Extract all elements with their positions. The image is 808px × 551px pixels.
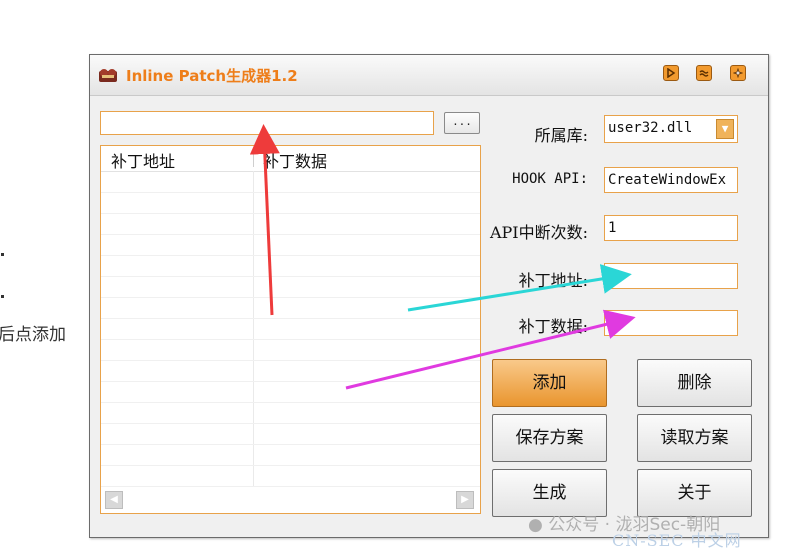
patch-data-label: 补丁数据: [518,317,588,336]
column-header-patch-data[interactable]: 补丁数据 [263,148,327,172]
hook-api-input[interactable]: CreateWindowEx [604,167,738,193]
list-row-line [101,402,480,403]
bg-dot [1,295,4,298]
list-row-line [101,255,480,256]
break-count-label: API中断次数: [489,223,588,242]
list-row-line [101,339,480,340]
list-row-line [101,444,480,445]
scroll-right-icon[interactable]: ▶ [456,491,474,509]
list-row-line [101,297,480,298]
module-value: user32.dll [608,120,693,136]
browse-button[interactable]: ... [444,112,480,134]
triangle-right-icon [667,68,676,78]
patch-address-input[interactable] [604,263,738,289]
close-button[interactable] [730,65,746,81]
minimize-button[interactable] [663,65,679,81]
dll-path-input[interactable] [100,111,434,135]
wechat-icon: ● [528,515,543,535]
window-title: Inline Patch生成器1.2 [126,67,298,85]
app-logo-icon [99,69,117,82]
patch-data-input[interactable] [604,310,738,336]
list-row-line [101,234,480,235]
scroll-left-icon[interactable]: ◀ [105,491,123,509]
patch-list[interactable]: 补丁地址 补丁数据 ◀ ▶ [100,145,481,514]
patch-address-label: 补丁地址: [518,271,588,290]
horizontal-scrollbar[interactable]: ◀ ▶ [101,487,480,513]
list-row-line [101,381,480,382]
list-row-line [101,423,480,424]
add-button[interactable]: 添加 [492,359,607,407]
list-row-line [101,276,480,277]
list-row-line [101,465,480,466]
wave-icon [699,70,709,77]
list-row-line [101,213,480,214]
background-note: 后点添加 [0,325,66,345]
hook-api-label: HOOK API: [512,171,588,187]
app-window: Inline Patch生成器1.2 ... 补丁地址 补丁数据 ◀ ▶ 所属库… [89,54,769,538]
star-icon [733,68,743,78]
bg-dot [1,253,4,256]
grid-line [253,171,254,487]
delete-button[interactable]: 删除 [637,359,752,407]
title-bar[interactable]: Inline Patch生成器1.2 [90,55,768,96]
break-count-input[interactable]: 1 [604,215,738,241]
list-row-line [101,192,480,193]
module-select[interactable]: user32.dll ▼ [604,115,738,143]
load-scheme-button[interactable]: 读取方案 [637,414,752,462]
chevron-down-icon[interactable]: ▼ [716,119,734,139]
list-row-line [101,318,480,319]
list-header: 补丁地址 补丁数据 [101,146,480,172]
list-row-line [101,360,480,361]
column-header-patch-address[interactable]: 补丁地址 [111,148,175,172]
restore-button[interactable] [696,65,712,81]
watermark-sub: CN-SEC 中文网 [612,531,742,550]
module-label: 所属库: [534,126,588,145]
column-separator[interactable] [253,150,254,167]
save-scheme-button[interactable]: 保存方案 [492,414,607,462]
